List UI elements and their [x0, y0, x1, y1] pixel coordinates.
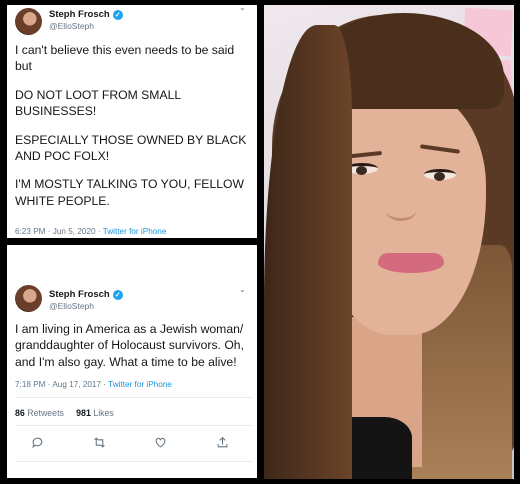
tweet-paragraph: DO NOT LOOT FROM SMALL BUSINESSES! [15, 87, 181, 119]
tweet-paragraph: I'M MOSTLY TALKING TO YOU, FELLOW WHITE … [15, 177, 244, 208]
divider [15, 397, 253, 398]
tweet-text: I am living in America as a Jewish woman… [15, 321, 253, 370]
eye [424, 169, 456, 181]
chevron-down-icon[interactable]: ⌄ [239, 285, 246, 294]
tweet-timestamp[interactable]: 7:18 PM · Aug 17, 2017 · [15, 380, 108, 389]
author-name[interactable]: Steph Frosch [49, 289, 110, 300]
tweet-source-link[interactable]: Twitter for iPhone [108, 380, 172, 389]
author-handle[interactable]: @ElloSteph [49, 21, 94, 31]
portrait-photo [264, 5, 514, 479]
verified-badge-icon: ✓ [112, 289, 123, 300]
like-count: 981 [76, 408, 91, 418]
retweet-count-link[interactable]: 86 Retweets [15, 408, 64, 418]
author-row: Steph Frosch ✓ [49, 289, 123, 300]
retweet-label: Retweets [27, 408, 64, 418]
nose [386, 201, 416, 221]
tweet-source-link[interactable]: Twitter for iPhone [103, 227, 167, 236]
eyebrow [419, 144, 461, 154]
chevron-down-icon[interactable]: ⌄ [239, 5, 246, 12]
retweet-count: 86 [15, 408, 25, 418]
share-icon[interactable] [215, 435, 229, 449]
like-count-link[interactable]: 981 Likes [76, 408, 114, 418]
tweet-paragraph: ESPECIALLY THOSE OWNED BY BLACK AND POC … [15, 132, 247, 164]
tweet-meta: 7:18 PM · Aug 17, 2017 · Twitter for iPh… [15, 380, 172, 389]
reply-icon[interactable] [31, 435, 45, 449]
avatar[interactable] [15, 8, 42, 35]
tweet-meta: 6:23 PM · Jun 5, 2020 · Twitter for iPho… [15, 227, 166, 236]
tweet-stats: 86 Retweets 981 Likes [15, 408, 114, 418]
retweet-icon[interactable] [92, 435, 106, 449]
divider [15, 425, 253, 426]
tweet-actions [7, 433, 253, 451]
tweet-paragraph: I am living in America as a Jewish woman… [15, 322, 244, 369]
like-icon[interactable] [154, 435, 168, 449]
verified-badge-icon: ✓ [112, 9, 123, 20]
tweet-timestamp[interactable]: 6:23 PM · Jun 5, 2020 · [15, 227, 103, 236]
divider [15, 461, 253, 462]
lips [378, 253, 444, 273]
author-row: Steph Frosch ✓ [49, 9, 123, 20]
tweet-text: I can't believe this even needs to be sa… [15, 42, 253, 209]
author-handle[interactable]: @ElloSteph [49, 301, 94, 311]
like-label: Likes [93, 408, 114, 418]
tweet-paragraph: I can't believe this even needs to be sa… [15, 43, 235, 74]
author-name[interactable]: Steph Frosch [49, 9, 110, 20]
tweet-card-2: Steph Frosch ✓ @ElloSteph ⌄ I am living … [7, 245, 257, 478]
tweet-card-1: Steph Frosch ✓ @ElloSteph ⌄ I can't beli… [7, 5, 257, 238]
avatar[interactable] [15, 285, 42, 312]
